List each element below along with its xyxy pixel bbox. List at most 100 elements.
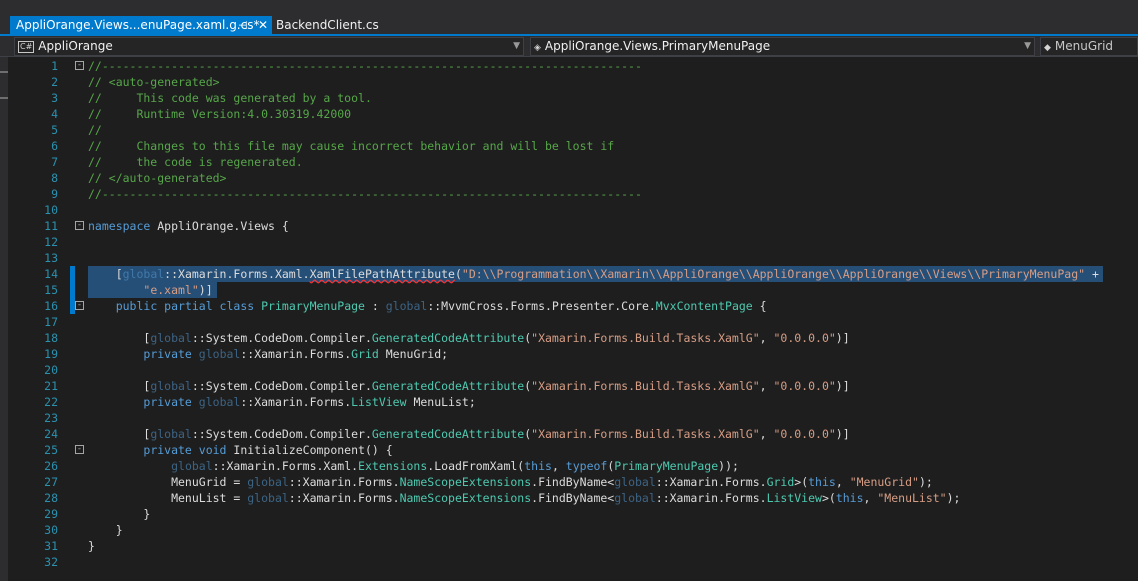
code-line[interactable]: 24 [global::System.CodeDom.Compiler.Gene…: [8, 426, 1138, 442]
code-line[interactable]: 13: [8, 250, 1138, 266]
code-token: ListView: [351, 395, 407, 409]
code-line[interactable]: 31}: [8, 538, 1138, 554]
code-token: (: [454, 267, 462, 281]
code-token: global: [385, 299, 428, 313]
code-token: global: [122, 267, 165, 281]
code-line[interactable]: 12: [8, 234, 1138, 250]
code-line[interactable]: 2 // <auto-generated>: [8, 74, 1138, 90]
code-token: }: [88, 507, 151, 521]
line-number: 6: [51, 139, 58, 153]
code-line[interactable]: 15 "e.xaml")]: [8, 282, 1138, 298]
code-token: ::Xamarin.Forms.: [288, 491, 400, 505]
line-number: 15: [44, 283, 58, 297]
type-dropdown[interactable]: ◈ AppliOrange.Views.PrimaryMenuPage ▼: [530, 37, 1035, 56]
code-token: .LoadFromXaml(: [427, 459, 525, 473]
line-number: 16: [44, 299, 58, 313]
code-line[interactable]: 20: [8, 362, 1138, 378]
code-line[interactable]: 26 global::Xamarin.Forms.Xaml.Extensions…: [8, 458, 1138, 474]
code-token: GeneratedCodeAttribute: [371, 379, 525, 393]
code-token: global: [150, 331, 192, 345]
member-dropdown[interactable]: ◆ MenuGrid: [1040, 37, 1138, 56]
line-number: 2: [51, 75, 58, 89]
code-line[interactable]: 6 // Changes to this file may cause incor…: [8, 138, 1138, 154]
line-number: 22: [44, 395, 58, 409]
field-icon: ◆: [1044, 43, 1051, 53]
code-token: global: [614, 491, 656, 505]
code-line[interactable]: 28 MenuList = global::Xamarin.Forms.Name…: [8, 490, 1138, 506]
collapse-icon[interactable]: -: [75, 61, 84, 70]
code-token: "Xamarin.Forms.Build.Tasks.XamlG": [531, 379, 760, 393]
code-token: private: [143, 347, 192, 361]
code-token: //--------------------------------------…: [88, 59, 642, 73]
code-text: MenuList = global::Xamarin.Forms.NameSco…: [88, 490, 960, 506]
change-indicator: [70, 282, 75, 298]
close-icon[interactable]: ✕: [258, 16, 268, 35]
code-line[interactable]: 30 }: [8, 522, 1138, 538]
code-line[interactable]: 4 // Runtime Version:4.0.30319.42000: [8, 106, 1138, 122]
code-line[interactable]: 1 -//------------------------------------…: [8, 58, 1138, 74]
code-line[interactable]: 25 - private void InitializeComponent() {: [8, 442, 1138, 458]
code-line[interactable]: 32: [8, 554, 1138, 570]
line-number: 31: [44, 539, 58, 553]
code-line[interactable]: 22 private global::Xamarin.Forms.ListVie…: [8, 394, 1138, 410]
code-line[interactable]: 21 [global::System.CodeDom.Compiler.Gene…: [8, 378, 1138, 394]
collapse-icon[interactable]: -: [75, 301, 84, 310]
type-dropdown-value: AppliOrange.Views.PrimaryMenuPage: [544, 39, 771, 53]
code-token: namespace: [88, 219, 151, 233]
code-token: ));: [718, 459, 739, 473]
code-token: Grid: [351, 347, 379, 361]
code-token: );: [946, 491, 961, 505]
code-token: ,: [759, 331, 774, 345]
code-line[interactable]: 10: [8, 202, 1138, 218]
code-token: ::System.CodeDom.Compiler.: [191, 427, 372, 441]
code-line[interactable]: 18 [global::System.CodeDom.Compiler.Gene…: [8, 330, 1138, 346]
code-token: ::System.CodeDom.Compiler.: [191, 331, 372, 345]
code-line[interactable]: 7 // the code is regenerated.: [8, 154, 1138, 170]
code-line[interactable]: 3 // This code was generated by a tool.: [8, 90, 1138, 106]
line-number: 21: [44, 379, 58, 393]
margin-marker: [0, 71, 8, 73]
code-text: "e.xaml")]: [88, 282, 212, 298]
code-token: >(: [794, 475, 809, 489]
code-token: }: [88, 523, 123, 537]
project-dropdown-value: AppliOrange: [38, 39, 113, 53]
code-line[interactable]: 9 //-------------------------------------…: [8, 186, 1138, 202]
code-line[interactable]: 8 // </auto-generated>: [8, 170, 1138, 186]
code-token: ListView: [766, 491, 822, 505]
line-number: 25: [44, 443, 58, 457]
tab-primarymenupage-xaml-g-cs[interactable]: AppliOrange.Views...enuPage.xaml.g.cs* ⊣…: [10, 16, 272, 35]
code-line[interactable]: 29 }: [8, 506, 1138, 522]
code-text: }: [88, 506, 150, 522]
code-token: ::Xamarin.Forms.: [288, 475, 400, 489]
code-line[interactable]: 14 [global::Xamarin.Forms.Xaml.XamlFileP…: [8, 266, 1138, 282]
project-dropdown[interactable]: C# AppliOrange ▼: [14, 37, 524, 56]
pin-icon[interactable]: ⊣: [238, 16, 248, 35]
code-token: .FindByName<: [531, 491, 615, 505]
code-line[interactable]: 27 MenuGrid = global::Xamarin.Forms.Name…: [8, 474, 1138, 490]
code-token: public partial class: [115, 299, 255, 313]
code-line[interactable]: 19 private global::Xamarin.Forms.Grid Me…: [8, 346, 1138, 362]
tab-backendclient-cs[interactable]: BackendClient.cs: [276, 16, 379, 35]
collapse-icon[interactable]: -: [75, 445, 84, 454]
chevron-down-icon: ▼: [513, 41, 520, 51]
code-token: ,: [863, 491, 878, 505]
code-line[interactable]: 23: [8, 410, 1138, 426]
code-line[interactable]: 11 - namespace AppliOrange.Views {: [8, 218, 1138, 234]
margin-marker: [0, 97, 8, 99]
code-line[interactable]: 17: [8, 314, 1138, 330]
code-line[interactable]: 16 - public partial class PrimaryMenuPage…: [8, 298, 1138, 314]
code-token: MenuGrid;: [378, 347, 449, 361]
code-token: "MenuGrid": [849, 475, 919, 489]
code-text: [global::System.CodeDom.Compiler.Generat…: [88, 378, 849, 394]
code-editor[interactable]: 1-//------------------------------------…: [8, 57, 1138, 581]
collapse-icon[interactable]: -: [75, 221, 84, 230]
code-text: public partial class PrimaryMenuPage : g…: [88, 298, 767, 314]
code-text: // the code is regenerated.: [88, 154, 303, 170]
change-indicator: [70, 266, 75, 282]
code-line[interactable]: 5 //: [8, 122, 1138, 138]
code-text: //--------------------------------------…: [88, 186, 642, 202]
line-number: 18: [44, 331, 58, 345]
